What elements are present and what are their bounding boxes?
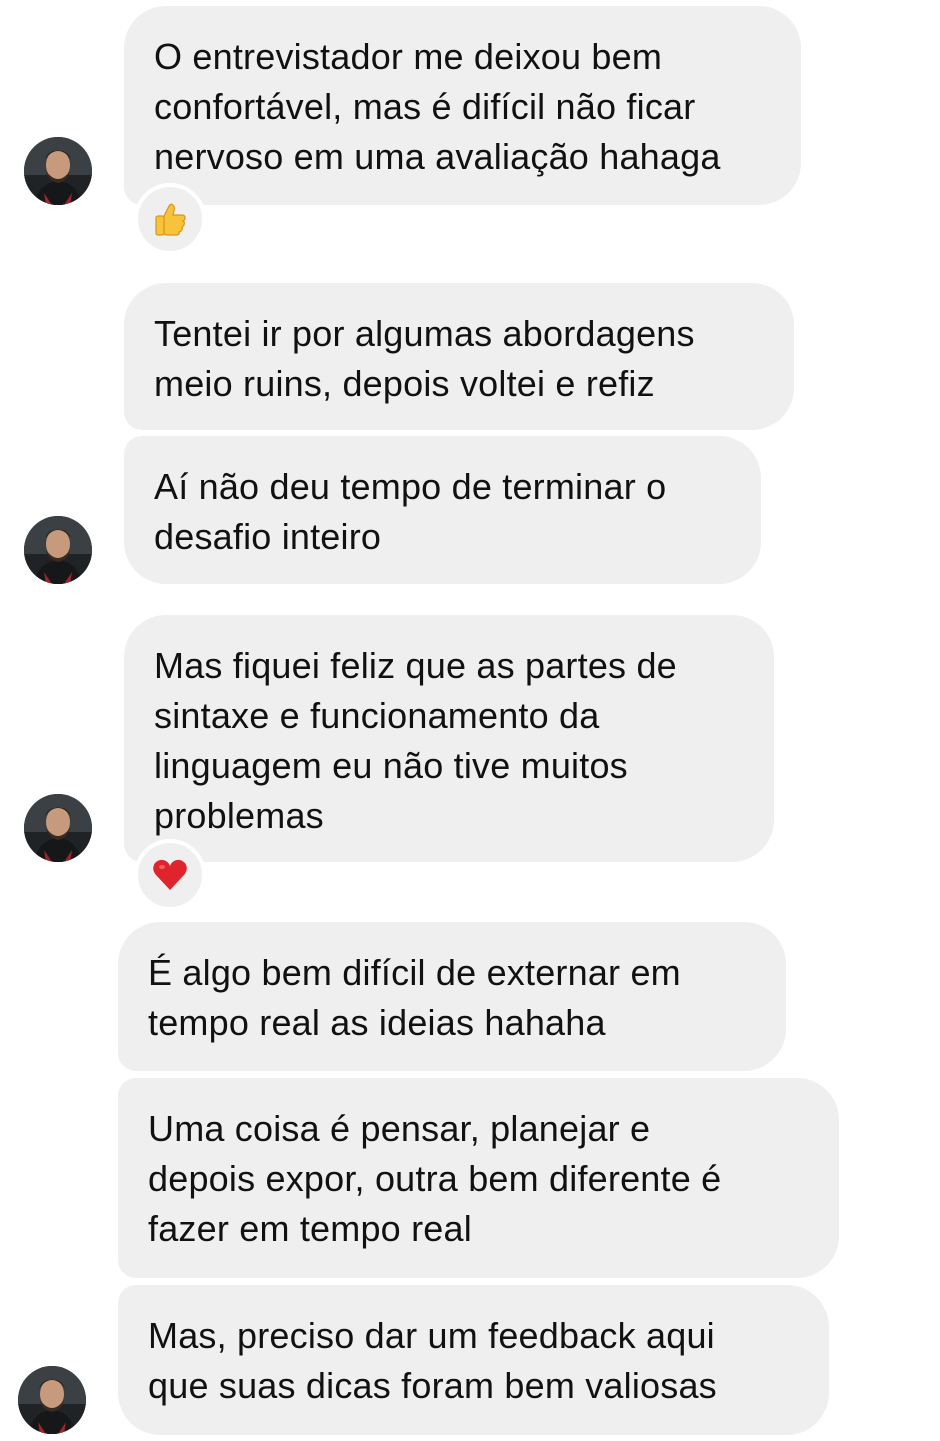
- message-bubble[interactable]: Tentei ir por algumas abordagens meio ru…: [124, 283, 794, 430]
- message-bubble[interactable]: Uma coisa é pensar, planejar e depois ex…: [118, 1078, 839, 1278]
- avatar-photo: [24, 516, 92, 584]
- message-bubble[interactable]: Mas, preciso dar um feedback aqui que su…: [118, 1285, 829, 1435]
- message-bubble[interactable]: Aí não deu tempo de terminar o desafio i…: [124, 436, 761, 584]
- avatar-photo: [24, 137, 92, 205]
- avatar-photo: [24, 794, 92, 862]
- chat-thread: O entrevistador me deixou bem confortáve…: [0, 0, 940, 1441]
- message-bubble[interactable]: Mas fiquei feliz que as partes de sintax…: [124, 615, 774, 862]
- contact-avatar[interactable]: [24, 516, 92, 584]
- message-bubble[interactable]: O entrevistador me deixou bem confortáve…: [124, 6, 801, 205]
- contact-avatar[interactable]: [24, 794, 92, 862]
- reaction-badge[interactable]: [134, 839, 206, 911]
- thumbs-up-icon: [155, 203, 186, 236]
- avatar-photo: [18, 1366, 86, 1434]
- message-bubble[interactable]: É algo bem difícil de externar em tempo …: [118, 922, 786, 1071]
- red-heart-icon: [153, 859, 187, 890]
- reaction-badge[interactable]: [134, 183, 206, 255]
- contact-avatar[interactable]: [18, 1366, 86, 1434]
- contact-avatar[interactable]: [24, 137, 92, 205]
